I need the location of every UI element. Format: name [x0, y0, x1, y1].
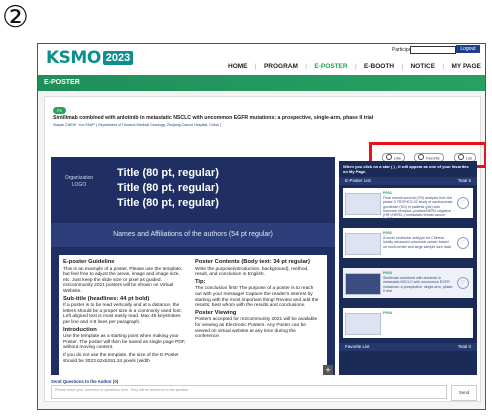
logout-button[interactable]: Logout	[456, 45, 480, 53]
list-item[interactable]: P004	[343, 308, 473, 338]
section-text: If you do not use the template, the size…	[63, 352, 179, 364]
favorite-hint: When you click on a star ( ) , it will a…	[343, 164, 469, 174]
site-header: KSMO 2023 Participant Logout HOME | PROG…	[38, 44, 485, 74]
nav-notice[interactable]: NOTICE	[410, 63, 435, 70]
section-heading: Tip:	[195, 278, 206, 285]
favorite-total: Total 0	[457, 344, 471, 349]
favorite-label: Favorite	[426, 156, 440, 161]
poster-summary: Sintilimab combined with anlotinib in me…	[383, 276, 453, 293]
questions-label: Send Questions to the Author (0)	[51, 379, 119, 384]
section-text: The conclusion first! The purpose of a p…	[195, 286, 319, 309]
section-heading: Sub-title (headlines: 44 pt bold)	[63, 295, 150, 302]
organization-logo: Organization LOGO	[64, 175, 94, 188]
nav-separator: |	[305, 63, 307, 70]
section-bar: E-POSTER	[38, 75, 485, 91]
question-input[interactable]: Please leave your comment or questions h…	[51, 385, 447, 399]
star-icon	[418, 154, 424, 160]
poster-id: P001	[383, 191, 392, 195]
like-icon	[386, 154, 392, 160]
nav-separator: |	[401, 63, 404, 70]
step-marker: ②	[2, 0, 29, 35]
site-logo[interactable]: KSMO 2023	[46, 48, 134, 68]
logo-year: 2023	[102, 51, 134, 65]
poster-heading-1: Title (80 pt, regular)	[117, 167, 219, 179]
section-heading: Introduction	[63, 326, 97, 333]
heart-icon[interactable]: ♡	[457, 197, 469, 209]
participant-field[interactable]	[410, 46, 456, 54]
logo-text: KSMO	[46, 48, 101, 68]
poster-heading-2: Title (80 pt, regular)	[117, 182, 219, 194]
eposter-list-header: E-Poster List Total 5	[339, 177, 477, 185]
heart-icon[interactable]: ♡	[457, 277, 469, 289]
poster-thumbnail	[345, 273, 381, 295]
list-title: E-Poster List	[345, 178, 371, 183]
section-heading: Poster Viewing	[195, 309, 237, 316]
section-text: Posters accepted for m2community 2021 wi…	[195, 317, 318, 340]
poster-heading-3: Title (80 pt, regular)	[117, 197, 219, 209]
heart-icon[interactable]: ♡	[457, 237, 469, 249]
zoom-plus-button[interactable]: +	[323, 365, 333, 375]
favorite-list-header: Favorite List Total 0	[339, 343, 477, 351]
nav-ebooth[interactable]: E-BOOTH	[364, 63, 394, 70]
nav-home[interactable]: HOME	[228, 63, 248, 70]
browser-frame: KSMO 2023 Participant Logout HOME | PROG…	[37, 43, 486, 410]
poster-thumbnail	[345, 313, 381, 335]
poster-names: Names and Affiliations of the authors (5…	[51, 223, 335, 247]
section-text: Use the template as a starting point whe…	[63, 334, 186, 351]
poster-title: Sintilimab combined with anlotinib in me…	[53, 115, 374, 121]
nav-program[interactable]: PROGRAM	[264, 63, 298, 70]
nav-eposter[interactable]: E-POSTER	[314, 63, 347, 70]
poster-thumbnail	[345, 233, 381, 255]
poster-right-column: Poster Contents (Body text: 34 pt regula…	[195, 258, 321, 342]
section-text: If a poster is to be read vertically and…	[63, 303, 182, 325]
nav-separator: |	[442, 63, 445, 70]
send-button[interactable]: Send	[451, 385, 477, 401]
poster-summary: A novel molecular subtype for Chinese lo…	[383, 236, 451, 249]
like-label: Like	[394, 156, 401, 161]
section-heading: E-poster Guideline	[63, 259, 115, 265]
section-title: E-POSTER	[44, 79, 80, 86]
list-label: List	[466, 156, 472, 161]
favorite-title: Favorite List	[345, 344, 370, 349]
list-item[interactable]: P001 Final overall survival (OS) analysi…	[343, 188, 473, 221]
poster-id: P004	[383, 311, 392, 315]
list-item-selected[interactable]: P003 Sintilimab combined with anlotinib …	[343, 268, 473, 298]
nav-separator: |	[354, 63, 357, 70]
poster-id: P002	[383, 231, 392, 235]
poster-card: P0 Sintilimab combined with anlotinib in…	[44, 96, 485, 402]
poster-left-column: E-poster Guideline This is an example of…	[63, 258, 187, 366]
poster-badge: P0	[53, 107, 66, 114]
poster-body: E-poster Guideline This is an example of…	[59, 255, 327, 375]
poster-summary: Final overall survival (OS) analysis fro…	[383, 196, 453, 222]
nav-separator: |	[254, 63, 257, 70]
poster-id: P003	[383, 271, 392, 275]
nav-mypage[interactable]: MY PAGE	[452, 63, 481, 70]
eposter-side-panel: When you click on a star ( ) , it will a…	[339, 161, 477, 375]
poster-authors: Xiayan CHEN¹, Yun FAN²* [ Department of …	[53, 123, 221, 127]
list-item[interactable]: P002 A novel molecular subtype for Chine…	[343, 228, 473, 258]
section-heading: Poster Contents (Body text: 34 pt regula…	[195, 259, 310, 265]
section-text: Write the purpose(introduction, backgrou…	[195, 266, 309, 278]
list-icon	[458, 154, 464, 160]
section-text: This is an example of a poster. Please u…	[63, 266, 183, 294]
poster-viewer[interactable]: Organization LOGO Title (80 pt, regular)…	[51, 157, 335, 375]
poster-thumbnail	[345, 193, 381, 215]
main-nav: HOME | PROGRAM | E-POSTER | E-BOOTH | NO…	[228, 63, 481, 70]
list-total: Total 5	[457, 178, 471, 183]
content-area: P0 Sintilimab combined with anlotinib in…	[38, 91, 485, 409]
